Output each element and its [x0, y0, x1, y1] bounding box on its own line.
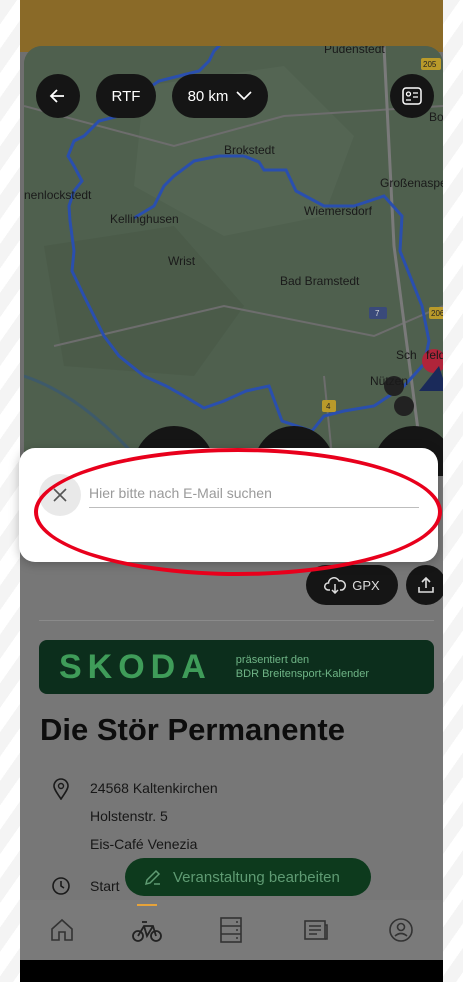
nav-events[interactable]	[127, 904, 167, 950]
map-label: Wrist	[168, 254, 196, 268]
distance-dropdown[interactable]: 80 km	[172, 74, 268, 118]
email-search-dialog	[19, 448, 438, 562]
road-badge: 4	[326, 402, 331, 411]
left-background	[0, 0, 20, 982]
nav-home[interactable]	[42, 910, 82, 950]
nav-profile[interactable]	[381, 910, 421, 950]
home-icon	[51, 918, 74, 941]
edit-event-label: Veranstaltung bearbeiten	[173, 868, 340, 886]
edit-icon	[144, 869, 161, 886]
skoda-logo: SKODA	[59, 647, 212, 686]
map-label: Pudenstedt	[324, 46, 385, 56]
map-label: Nützen	[370, 374, 409, 388]
active-tab-indicator	[136, 904, 157, 906]
map-label: Brokstedt	[224, 143, 275, 157]
bottom-nav	[20, 900, 443, 960]
news-icon	[304, 920, 328, 940]
nav-news[interactable]	[296, 910, 336, 950]
map-label: Wiemersdorf	[304, 204, 373, 218]
map-label: feld	[426, 348, 443, 362]
profile-icon	[388, 918, 413, 942]
address-line-2: Holstenstr. 5	[90, 808, 168, 824]
start-label: Start	[90, 878, 120, 894]
banner-text: präsentiert den BDR Breitensport-Kalende…	[236, 653, 369, 681]
share-icon	[418, 576, 434, 593]
map-label: Großenaspe	[380, 176, 443, 190]
share-button[interactable]	[406, 565, 443, 605]
map-label: Kellinghusen	[110, 212, 179, 226]
cloud-download-icon	[324, 577, 347, 594]
map-label: Bad Bramstedt	[280, 274, 360, 288]
sponsor-banner[interactable]: SKODA präsentiert den BDR Breitensport-K…	[39, 640, 434, 694]
distance-label: 80 km	[187, 87, 229, 105]
clock-icon	[52, 877, 70, 895]
banner-line-2: BDR Breitensport-Kalender	[235, 668, 370, 680]
banner-line-1: präsentiert den	[235, 654, 310, 666]
address-line-3: Eis-Café Venezia	[90, 836, 198, 852]
right-background	[443, 0, 463, 982]
status-area	[20, 0, 443, 52]
type-filter-button[interactable]: RTF	[96, 74, 156, 118]
type-filter-label: RTF	[111, 87, 141, 105]
gpx-label: GPX	[352, 577, 380, 593]
list-icon	[220, 917, 243, 943]
event-title: Die Stör Permanente	[40, 712, 345, 747]
contact-card-icon	[402, 87, 422, 105]
location-pin-icon	[53, 778, 69, 800]
close-icon	[53, 488, 67, 502]
gpx-download-button[interactable]: GPX	[306, 565, 398, 605]
nav-list[interactable]	[211, 910, 251, 950]
map-label: Sch	[396, 348, 417, 362]
contact-button[interactable]	[390, 74, 434, 118]
arrow-left-icon	[49, 89, 64, 103]
chevron-down-icon	[236, 91, 252, 101]
road-badge: 7	[375, 309, 380, 318]
map-label: Bo	[429, 110, 443, 124]
address-line-1: 24568 Kaltenkirchen	[90, 780, 218, 796]
edit-event-button[interactable]: Veranstaltung bearbeiten	[125, 858, 371, 896]
road-badge: 205	[423, 60, 437, 69]
back-button[interactable]	[36, 74, 80, 118]
system-nav-bar	[20, 960, 443, 982]
map-label: nenlockstedt	[24, 188, 92, 202]
road-badge: 206	[431, 309, 443, 318]
close-button[interactable]	[39, 474, 81, 516]
email-search-input[interactable]	[89, 478, 419, 508]
bike-icon	[131, 921, 162, 942]
divider	[39, 620, 434, 621]
